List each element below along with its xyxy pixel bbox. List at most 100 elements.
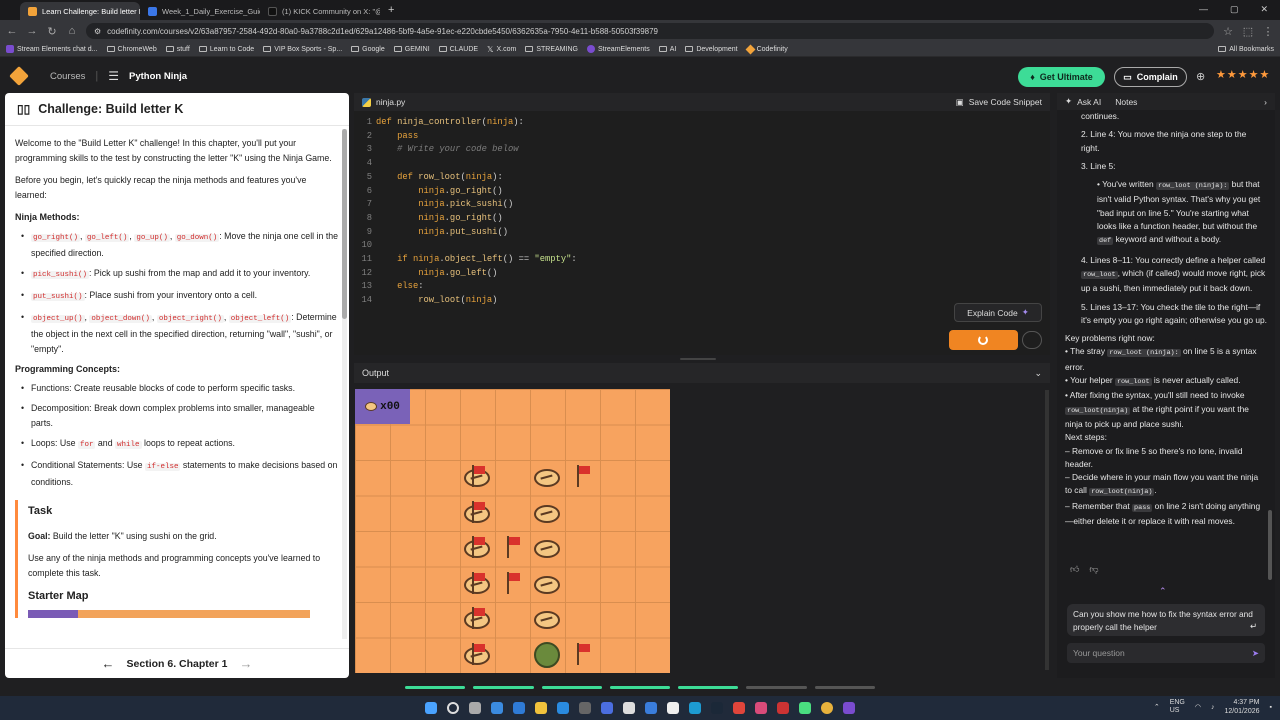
volume-icon[interactable]: ♪ xyxy=(1211,704,1215,711)
close-icon[interactable]: ✕ xyxy=(1260,4,1268,15)
scrollbar-thumb[interactable] xyxy=(342,129,347,319)
app-icon[interactable] xyxy=(645,702,657,714)
steam-icon[interactable] xyxy=(711,702,723,714)
complain-button[interactable]: ▭ Complain xyxy=(1114,67,1187,87)
vscode-icon[interactable] xyxy=(513,702,525,714)
code-line[interactable]: 3 # Write your code below xyxy=(354,143,1050,157)
bookmark-star-icon[interactable]: ☆ xyxy=(1222,25,1234,38)
reload-icon[interactable]: ↻ xyxy=(46,25,58,38)
save-snippet-button[interactable]: ▣ Save Code Snippet xyxy=(956,97,1042,108)
thumbs-down-icon[interactable]: 👎︎ xyxy=(1089,564,1098,575)
codefinity-logo-icon[interactable] xyxy=(9,66,29,86)
code-line[interactable]: 9 ninja.put_sushi() xyxy=(354,226,1050,240)
code-area[interactable]: 1 def ninja_controller(ninja): 2 pass 3 # W… xyxy=(354,111,1050,308)
rating-stars[interactable]: ★★★★★ xyxy=(1216,68,1270,81)
edge-icon[interactable] xyxy=(557,702,569,714)
bookmark-item[interactable]: CLAUDE xyxy=(438,46,478,53)
bookmark-item[interactable]: Development xyxy=(685,46,738,53)
all-bookmarks[interactable]: All Bookmarks xyxy=(1218,46,1274,53)
widgets-icon[interactable] xyxy=(491,702,503,714)
minimize-icon[interactable]: — xyxy=(1199,4,1208,15)
courses-link[interactable]: Courses xyxy=(50,71,85,82)
app-icon[interactable] xyxy=(667,702,679,714)
code-line[interactable]: 8 ninja.go_right() xyxy=(354,212,1050,226)
explain-code-button[interactable]: Explain Code ✦ xyxy=(954,303,1042,322)
new-tab-button[interactable]: + xyxy=(380,4,402,20)
scrollbar[interactable] xyxy=(342,129,347,639)
code-line[interactable]: 10 xyxy=(354,239,1050,253)
stop-button[interactable] xyxy=(1022,331,1042,349)
clock[interactable]: 4:37 PM 12/01/2026 xyxy=(1224,698,1259,716)
hamburger-icon[interactable]: ☰ xyxy=(108,69,119,83)
chevron-up-icon[interactable]: ⌃ xyxy=(1154,703,1160,711)
globe-icon[interactable]: ⊕ xyxy=(1196,70,1205,83)
app-icon[interactable] xyxy=(623,702,635,714)
code-line[interactable]: 13 else: xyxy=(354,280,1050,294)
thumbs-up-icon[interactable]: 👍︎ xyxy=(1070,564,1079,575)
code-line[interactable]: 4 xyxy=(354,157,1050,171)
bookmark-item[interactable]: VIP Box Sports - Sp... xyxy=(263,46,342,53)
code-line[interactable]: 5 def row_loot(ninja): xyxy=(354,171,1050,185)
site-info-icon[interactable]: ⚙ xyxy=(94,27,101,36)
code-line[interactable]: 7 ninja.pick_sushi() xyxy=(354,198,1050,212)
code-line[interactable]: 14 row_loot(ninja) xyxy=(354,294,1050,308)
address-input[interactable]: ⚙ codefinity.com/courses/v2/63a87957-258… xyxy=(86,23,1214,39)
language-indicator[interactable]: ENG US xyxy=(1170,699,1185,715)
get-ultimate-button[interactable]: ♦ Get Ultimate xyxy=(1018,67,1105,87)
notification-icon[interactable]: ▪ xyxy=(1270,704,1272,711)
bookmark-item[interactable]: Codefinity xyxy=(745,44,788,54)
chrome-icon[interactable] xyxy=(821,702,833,714)
file-explorer-icon[interactable] xyxy=(535,702,547,714)
chevron-down-icon[interactable]: ⌄ xyxy=(1034,368,1042,379)
bookmark-item[interactable]: STREAMING xyxy=(525,46,578,53)
browser-tab-3[interactable]: (1) KICK Community on X: "@p× xyxy=(260,2,380,20)
app-icon[interactable] xyxy=(755,702,767,714)
code-line[interactable]: 2 pass xyxy=(354,130,1050,144)
bookmark-item[interactable]: Google xyxy=(351,46,385,53)
browser-tab-2[interactable]: Week_1_Daily_Exercise_Guide.d× xyxy=(140,2,260,20)
app-icon[interactable] xyxy=(733,702,745,714)
prev-arrow-icon[interactable]: ← xyxy=(102,656,115,671)
bookmark-item[interactable]: GEMINI xyxy=(393,46,430,53)
tab-notes[interactable]: Notes xyxy=(1115,97,1137,107)
question-input[interactable]: Your question ➤ xyxy=(1067,643,1265,663)
windows-start-icon[interactable] xyxy=(425,702,437,714)
app-icon[interactable] xyxy=(601,702,613,714)
bookmark-item[interactable]: AI xyxy=(658,46,676,53)
chevron-right-icon[interactable]: › xyxy=(1264,97,1267,107)
scrollbar[interactable] xyxy=(1045,390,1049,670)
app-icon[interactable] xyxy=(843,702,855,714)
back-icon[interactable]: ← xyxy=(6,25,18,37)
resize-handle[interactable] xyxy=(680,358,716,360)
bookmark-item[interactable]: stuff xyxy=(165,46,190,53)
code-line[interactable]: 11 if ninja.object_left() == "empty": xyxy=(354,253,1050,267)
scrollbar[interactable] xyxy=(1268,510,1272,580)
bookmark-item[interactable]: Learn to Code xyxy=(198,46,254,53)
app-icon[interactable] xyxy=(689,702,701,714)
search-icon[interactable] xyxy=(447,702,459,714)
wifi-icon[interactable]: ◠ xyxy=(1195,703,1201,711)
app-icon[interactable] xyxy=(799,702,811,714)
chevron-up-icon[interactable]: ⌃ xyxy=(1159,586,1167,597)
next-arrow-icon[interactable]: → xyxy=(239,656,252,671)
code-line[interactable]: 12 ninja.go_left() xyxy=(354,267,1050,281)
terminal-icon[interactable] xyxy=(579,702,591,714)
task-view-icon[interactable] xyxy=(469,702,481,714)
maximize-icon[interactable]: ▢ xyxy=(1230,4,1239,15)
home-icon[interactable]: ⌂ xyxy=(66,25,78,37)
bookmark-item[interactable]: 𝕏 X.com xyxy=(487,45,516,54)
code-line[interactable]: 1 def ninja_controller(ninja): xyxy=(354,116,1050,130)
menu-icon[interactable]: ⋮ xyxy=(1262,25,1274,38)
extensions-icon[interactable]: ⬚ xyxy=(1242,25,1254,38)
bookmark-item[interactable]: StreamElements xyxy=(586,45,650,53)
code-line[interactable]: 6 ninja.go_right() xyxy=(354,185,1050,199)
file-tab[interactable]: ninja.py xyxy=(362,97,405,107)
tab-ask-ai[interactable]: ✦ Ask AI xyxy=(1065,96,1101,107)
browser-tab-1[interactable]: Learn Challenge: Build letter K |× xyxy=(20,2,140,20)
course-progress xyxy=(405,686,875,689)
forward-icon[interactable]: → xyxy=(26,25,38,37)
app-icon[interactable] xyxy=(777,702,789,714)
bookmark-item[interactable]: ChromeWeb xyxy=(106,46,157,53)
bookmark-item[interactable]: Stream Elements chat d... xyxy=(6,45,98,53)
send-icon[interactable]: ➤ xyxy=(1252,648,1259,659)
